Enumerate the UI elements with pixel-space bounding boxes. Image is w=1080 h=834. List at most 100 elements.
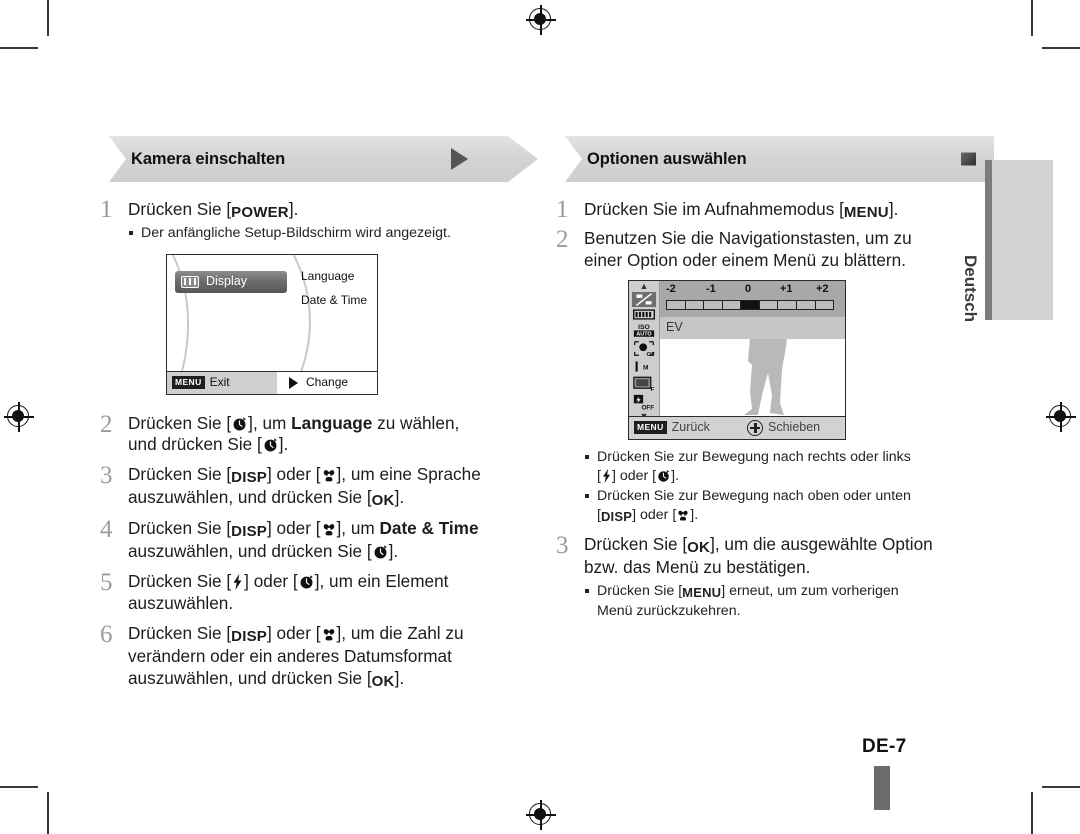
crop-mark-bottom-left-h (0, 786, 38, 788)
step3-bullets: Drücken Sie [MENU] erneut, um zum vorher… (584, 582, 994, 622)
section-header-kamera-einschalten: Kamera einschalten (96, 136, 538, 182)
display-menu-tab[interactable]: Display (175, 270, 287, 293)
ev-scale-ticks[interactable] (666, 299, 834, 310)
step-text-line3-post: ]. (394, 667, 405, 688)
page-number: DE-7 (862, 736, 907, 757)
step-number: 6 (100, 620, 113, 648)
menu-key-label: MENU (682, 585, 722, 601)
step-number: 3 (100, 462, 113, 490)
step-text-line2-post: ]. (278, 434, 289, 455)
step-text-line2: auszuwählen. (128, 593, 234, 614)
step2-bullets: Drücken Sie zur Bewegung nach rechts ode… (584, 448, 994, 527)
page-title-left: Kamera einschalten (131, 149, 286, 168)
ev-tick-label: -2 (666, 283, 676, 296)
bold-term-date-time: Date & Time (379, 518, 479, 539)
ev-scale-bar: -2 -1 0 +1 +2 (660, 280, 845, 317)
triangle-right-icon (289, 376, 298, 389)
screen-preview-area: -2 -1 0 +1 +2 EV (660, 280, 845, 417)
step-text: Drücken Sie im Aufnahmemodus [MENU]. (584, 196, 994, 223)
flash-icon (233, 574, 242, 591)
step-text-line2-post: ]. (394, 487, 405, 508)
step-text-line2: einer Option oder einem Menü zu blättern… (584, 249, 906, 270)
timer-icon (374, 545, 387, 559)
display-tab-label: Display (206, 274, 247, 289)
step-item: 3 Drücken Sie [OK], um die ausgewählte O… (552, 532, 994, 621)
timer-icon (264, 438, 277, 452)
face-detect-off-icon[interactable]: OFF (632, 340, 656, 357)
crop-mark-top-left-h (0, 47, 38, 49)
ev-tick-label: -1 (706, 283, 716, 296)
language-tab-edge (985, 160, 992, 320)
svg-text:F: F (651, 386, 655, 391)
step-item: 2 Drücken Sie [], um Language zu wählen,… (96, 411, 538, 457)
page-title-right: Optionen auswählen (587, 149, 747, 168)
step-text-pre: Drücken Sie [ (128, 518, 232, 539)
footer-exit-label: Exit (209, 374, 230, 389)
step-text-post: ], um ein Element (314, 571, 449, 592)
list-item: Drücken Sie [MENU] erneut, um zum vorher… (584, 582, 994, 622)
power-key-label: POWER (231, 204, 289, 221)
focus-area-icon[interactable]: F (632, 376, 656, 392)
step-text-line2: verändern oder ein anderes Datumsformat (128, 645, 452, 666)
step-text-mid2: ], um (336, 518, 380, 539)
ev-icon[interactable] (632, 291, 656, 307)
step-item: 3 Drücken Sie [DISP] oder [], um eine Sp… (96, 462, 538, 510)
bullet-line2-post: ]. (671, 468, 680, 485)
step-text: Drücken Sie [DISP] oder [ ], um die Zahl … (128, 621, 538, 691)
step-item: 1 Drücken Sie im Aufnahmemodus [MENU]. (552, 196, 994, 223)
macro-icon (323, 470, 334, 482)
crop-mark-top-right-v (1031, 0, 1033, 36)
menu-item-date-time[interactable]: Date & Time (301, 293, 367, 309)
white-balance-icon[interactable] (632, 309, 656, 320)
triangle-right-icon (451, 148, 468, 170)
svg-text:M: M (643, 364, 648, 371)
step-text-pre: Drücken Sie [ (128, 622, 232, 643)
list-item: Drücken Sie zur Bewegung nach oben oder … (584, 487, 994, 527)
ev-tick-label: +1 (780, 283, 793, 296)
step-text-mid: ] oder [ (266, 518, 321, 539)
section-header-optionen-auswaehlen: Optionen auswählen (552, 136, 994, 182)
footer-move-label: Schieben (768, 419, 821, 434)
step-number: 4 (100, 516, 113, 544)
registration-mark-top (526, 5, 556, 35)
step-text: Drücken Sie [POWER]. Der anfängliche Set… (128, 196, 538, 395)
bold-term-language: Language (291, 412, 373, 433)
crop-mark-bottom-right-v (1031, 792, 1033, 834)
bullet-line2-post: ]. (690, 507, 699, 524)
step-text-mid: ] oder [ (244, 571, 298, 592)
right-steps-list: 1 Drücken Sie im Aufnahmemodus [MENU]. 2… (552, 196, 994, 622)
list-item: Drücken Sie zur Bewegung nach rechts ode… (584, 448, 994, 487)
disp-key-label: DISP (231, 469, 267, 487)
disp-key-label: DISP (231, 523, 267, 541)
image-quality-icon[interactable]: M (632, 359, 656, 374)
step-text: Drücken Sie [DISP] oder [], um eine Spra… (128, 462, 538, 510)
flash-off-icon[interactable]: OFF (632, 394, 656, 411)
screen-footer-bar: MENU Exit Change (167, 370, 377, 394)
step-text-pre: Drücken Sie im Aufnahmemodus [ (584, 199, 844, 219)
svg-text:ISO: ISO (638, 324, 650, 331)
disp-key-label: DISP (231, 627, 267, 645)
menu-key-badge: MENU (634, 421, 667, 434)
step-text-mid: ] oder [ (266, 464, 321, 485)
left-column: Kamera einschalten 1 Drücken Sie [POWER]… (96, 136, 538, 694)
step-text-post: zu wählen, (372, 412, 460, 433)
flash-icon (602, 469, 610, 484)
iso-auto-icon[interactable]: ISO AUTO (632, 322, 656, 338)
step-text-mid: ] oder [ (266, 622, 321, 643)
macro-icon (323, 524, 334, 536)
bullet-line1: Drücken Sie zur Bewegung nach rechts ode… (597, 448, 911, 465)
bullet-line1: Drücken Sie zur Bewegung nach oben oder … (597, 487, 911, 504)
disp-key-label: DISP (600, 509, 633, 525)
ev-option-row[interactable]: EV (660, 316, 845, 339)
chevron-up-icon[interactable]: ▲ (640, 281, 649, 290)
menu-item-language[interactable]: Language (301, 269, 367, 285)
screen-menu-items: Language Date & Time (301, 269, 367, 319)
step-text-post: ], um die Zahl zu (336, 622, 464, 643)
ok-key-label: OK (371, 672, 395, 690)
svg-text:OFF: OFF (641, 404, 654, 410)
bullet-line2-mid: ] oder [ (611, 468, 657, 485)
bullet-pre: Drücken Sie [ (597, 583, 683, 600)
step-text-post: ]. (288, 199, 299, 219)
language-tab-block (985, 160, 1053, 320)
step-text: Drücken Sie [] oder [], um ein Element a… (128, 569, 538, 615)
